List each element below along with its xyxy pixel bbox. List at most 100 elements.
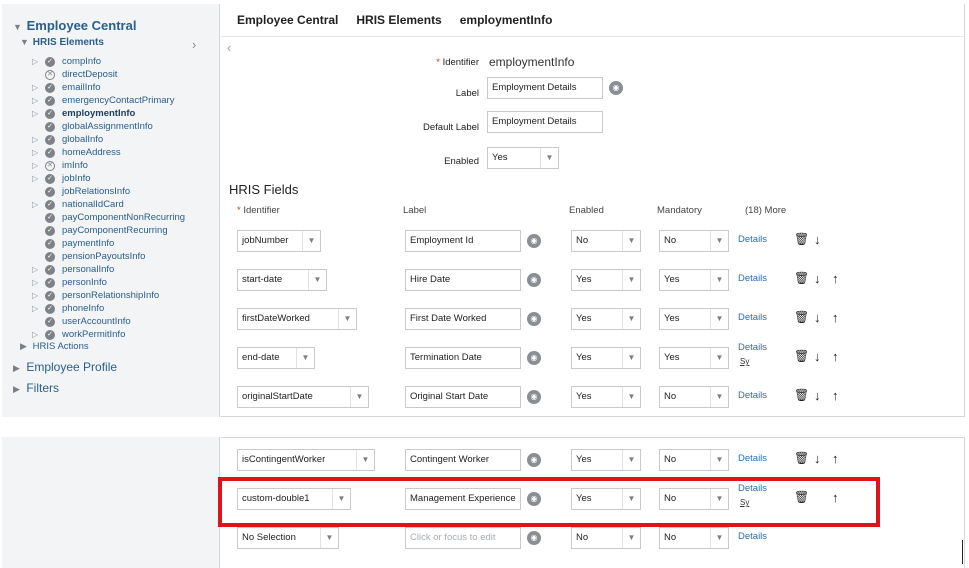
- field-label-input[interactable]: First Date Worked: [405, 308, 521, 330]
- delete-icon[interactable]: 🗑: [794, 310, 809, 324]
- move-down-icon[interactable]: ↓: [814, 388, 821, 403]
- sidebar-item-paymentinfo[interactable]: ✓ paymentInfo: [32, 237, 114, 250]
- translate-globe-icon[interactable]: ◉: [527, 453, 541, 467]
- expand-triangle-icon[interactable]: ▷: [32, 133, 44, 146]
- expand-triangle-icon[interactable]: ▷: [32, 198, 44, 211]
- move-up-icon[interactable]: ↑: [832, 310, 839, 325]
- translate-globe-icon[interactable]: ◉: [527, 351, 541, 365]
- sidebar-item-compinfo[interactable]: ▷ ✓ compInfo: [32, 55, 101, 68]
- identifier-select[interactable]: originalStartDate ▼: [237, 386, 369, 408]
- sidebar-item-globalassignmentinfo[interactable]: ✓ globalAssignmentInfo: [32, 120, 153, 133]
- sidebar-item-globalinfo[interactable]: ▷ ✓ globalInfo: [32, 133, 103, 146]
- field-label-input[interactable]: Employment Id: [405, 230, 521, 252]
- tree-node-filters[interactable]: ▶ Filters: [13, 381, 59, 395]
- sidebar-item-jobrelationsinfo[interactable]: ✓ jobRelationsInfo: [32, 185, 130, 198]
- move-up-icon[interactable]: ↑: [832, 349, 839, 364]
- mandatory-select[interactable]: Yes ▼: [659, 347, 729, 369]
- sidebar-item-directdeposit[interactable]: ✕ directDeposit: [32, 68, 117, 81]
- sidebar-item-paycomponentrecurring[interactable]: ✓ payComponentRecurring: [32, 224, 168, 237]
- sidebar-item-useraccountinfo[interactable]: ✓ userAccountInfo: [32, 315, 131, 328]
- move-down-icon[interactable]: ↓: [814, 451, 821, 466]
- details-link[interactable]: Details: [738, 390, 767, 401]
- move-down-icon[interactable]: ↓: [814, 310, 821, 325]
- mandatory-select[interactable]: Yes ▼: [659, 308, 729, 330]
- identifier-select[interactable]: isContingentWorker ▼: [237, 449, 375, 471]
- delete-icon[interactable]: 🗑: [794, 232, 809, 246]
- enabled-select[interactable]: Yes ▼: [571, 308, 641, 330]
- translate-globe-icon[interactable]: ◉: [527, 531, 541, 545]
- details-link[interactable]: Details: [738, 312, 767, 323]
- enabled-select[interactable]: No ▼: [571, 527, 641, 549]
- sidebar-item-emergencycontactprimary[interactable]: ▷ ✓ emergencyContactPrimary: [32, 94, 174, 107]
- translate-globe-icon[interactable]: ◉: [609, 81, 623, 95]
- sy-link[interactable]: Sy: [740, 357, 749, 366]
- sidebar-item-pensionpayoutsinfo[interactable]: ✓ pensionPayoutsInfo: [32, 250, 145, 263]
- translate-globe-icon[interactable]: ◉: [527, 390, 541, 404]
- details-link[interactable]: Details: [738, 273, 767, 284]
- field-label-input[interactable]: Contingent Worker: [405, 449, 521, 471]
- identifier-select[interactable]: No Selection ▼: [237, 527, 339, 549]
- enabled-select[interactable]: Yes ▼: [487, 147, 559, 169]
- mandatory-select[interactable]: No ▼: [659, 230, 729, 252]
- details-link[interactable]: Details: [738, 453, 767, 464]
- delete-icon[interactable]: 🗑: [794, 451, 809, 465]
- details-link[interactable]: Details: [738, 531, 767, 542]
- identifier-select[interactable]: start-date ▼: [237, 269, 327, 291]
- expand-triangle-icon[interactable]: ▷: [32, 172, 44, 185]
- more-columns-link[interactable]: (18) More: [745, 205, 786, 216]
- enabled-select[interactable]: No ▼: [571, 230, 641, 252]
- sidebar-item-homeaddress[interactable]: ▷ ✓ homeAddress: [32, 146, 121, 159]
- delete-icon[interactable]: 🗑: [794, 388, 809, 402]
- identifier-select[interactable]: end-date ▼: [237, 347, 315, 369]
- enabled-select[interactable]: Yes ▼: [571, 386, 641, 408]
- back-chevron-icon[interactable]: ‹: [227, 40, 231, 55]
- collapse-chevron-icon[interactable]: ›: [192, 37, 196, 52]
- field-label-input[interactable]: Click or focus to edit: [405, 527, 521, 549]
- details-link[interactable]: Details: [738, 342, 767, 353]
- field-label-input[interactable]: Original Start Date: [405, 386, 521, 408]
- tree-node-hris-elements[interactable]: ▼ HRIS Elements: [20, 37, 104, 48]
- sidebar-item-nationalidcard[interactable]: ▷ ✓ nationalIdCard: [32, 198, 124, 211]
- move-up-icon[interactable]: ↑: [832, 451, 839, 466]
- expand-triangle-icon[interactable]: ▷: [32, 289, 44, 302]
- sidebar-item-emailinfo[interactable]: ▷ ✓ emailInfo: [32, 81, 101, 94]
- identifier-select[interactable]: jobNumber ▼: [237, 230, 321, 252]
- breadcrumb-hris-elements[interactable]: HRIS Elements: [356, 13, 441, 27]
- breadcrumb-employee-central[interactable]: Employee Central: [237, 13, 338, 27]
- sidebar-item-workpermitinfo[interactable]: ▷ ✓ workPermitInfo: [32, 328, 125, 341]
- mandatory-select[interactable]: No ▼: [659, 386, 729, 408]
- sidebar-item-jobinfo[interactable]: ▷ ✓ jobInfo: [32, 172, 91, 185]
- sidebar-item-iminfo[interactable]: ▷ ✕ imInfo: [32, 159, 88, 172]
- tree-node-hris-actions[interactable]: ▶ HRIS Actions: [20, 341, 89, 352]
- expand-triangle-icon[interactable]: ▷: [32, 328, 44, 341]
- move-down-icon[interactable]: ↓: [814, 271, 821, 286]
- move-up-icon[interactable]: ↑: [832, 388, 839, 403]
- label-input[interactable]: Employment Details: [487, 77, 603, 99]
- details-link[interactable]: Details: [738, 234, 767, 245]
- sidebar-item-paycomponentnonrecurring[interactable]: ✓ payComponentNonRecurring: [32, 211, 185, 224]
- sidebar-item-personrelationshipinfo[interactable]: ▷ ✓ personRelationshipInfo: [32, 289, 159, 302]
- delete-icon[interactable]: 🗑: [794, 349, 809, 363]
- tree-root-employee-central[interactable]: ▼ Employee Central: [13, 18, 136, 33]
- expand-triangle-icon[interactable]: ▷: [32, 276, 44, 289]
- delete-icon[interactable]: 🗑: [794, 271, 809, 285]
- enabled-select[interactable]: Yes ▼: [571, 347, 641, 369]
- enabled-select[interactable]: Yes ▼: [571, 269, 641, 291]
- sidebar-item-employmentinfo[interactable]: ▷ ✓ employmentInfo: [32, 107, 135, 120]
- mandatory-select[interactable]: No ▼: [659, 527, 729, 549]
- translate-globe-icon[interactable]: ◉: [527, 273, 541, 287]
- sidebar-item-personalinfo[interactable]: ▷ ✓ personalInfo: [32, 263, 114, 276]
- field-label-input[interactable]: Termination Date: [405, 347, 521, 369]
- expand-triangle-icon[interactable]: ▷: [32, 146, 44, 159]
- expand-triangle-icon[interactable]: ▷: [32, 302, 44, 315]
- move-down-icon[interactable]: ↓: [814, 349, 821, 364]
- expand-triangle-icon[interactable]: ▷: [32, 263, 44, 276]
- expand-triangle-icon[interactable]: ▷: [32, 55, 44, 68]
- enabled-select[interactable]: Yes ▼: [571, 449, 641, 471]
- expand-triangle-icon[interactable]: ▷: [32, 159, 44, 172]
- translate-globe-icon[interactable]: ◉: [527, 234, 541, 248]
- field-label-input[interactable]: Hire Date: [405, 269, 521, 291]
- mandatory-select[interactable]: No ▼: [659, 449, 729, 471]
- expand-triangle-icon[interactable]: ▷: [32, 81, 44, 94]
- identifier-select[interactable]: firstDateWorked ▼: [237, 308, 357, 330]
